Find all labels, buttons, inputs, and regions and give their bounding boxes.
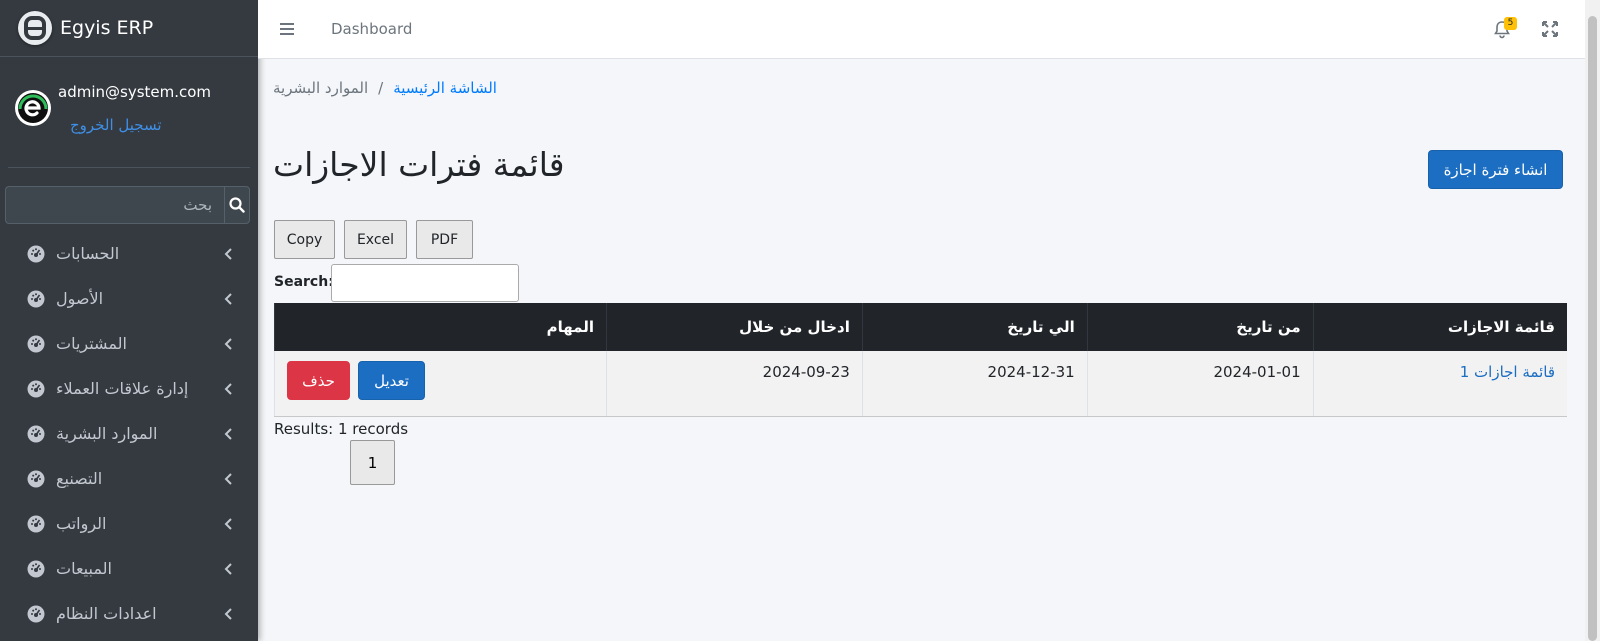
results-count: Results: 1 records bbox=[274, 420, 409, 438]
cell-actions: تعديل حذف bbox=[274, 351, 607, 417]
breadcrumb-current: الموارد البشرية bbox=[273, 79, 369, 97]
row-actions: تعديل حذف bbox=[287, 361, 594, 400]
sidebar: Egyis ERP admin@system.com تسجيل الخروج … bbox=[0, 0, 258, 641]
cell-from-date: 2024-01-01 bbox=[1086, 351, 1314, 417]
sidebar-nav: الحسابات الأصول المشتريات إدارة علاقات ا… bbox=[0, 231, 258, 636]
chevron-left-icon bbox=[222, 607, 236, 621]
avatar bbox=[15, 90, 51, 126]
pdf-button[interactable]: PDF bbox=[416, 220, 473, 259]
sidebar-item-payroll[interactable]: الرواتب bbox=[0, 501, 258, 546]
table-header-row: قائمة الاجازات من تاريخ الي تاريخ ادخال … bbox=[274, 303, 1567, 351]
column-header[interactable]: قائمة الاجازات bbox=[1312, 303, 1567, 351]
chevron-left-icon bbox=[222, 382, 236, 396]
search-icon bbox=[229, 197, 245, 213]
column-header[interactable]: ادخال من خلال bbox=[605, 303, 863, 351]
table-row: قائمة اجازات 1 2024-01-01 2024-12-31 202… bbox=[274, 351, 1567, 417]
sidebar-item-system-settings[interactable]: اعدادات النظام bbox=[0, 591, 258, 636]
sidebar-item-crm[interactable]: إدارة علاقات العملاء bbox=[0, 366, 258, 411]
dashboard-gauge-icon bbox=[26, 379, 46, 399]
dashboard-gauge-icon bbox=[26, 424, 46, 444]
fullscreen-expand-icon[interactable] bbox=[1541, 20, 1559, 38]
sidebar-item-label: المشتريات bbox=[56, 334, 127, 353]
edit-button[interactable]: تعديل bbox=[358, 361, 425, 400]
sidebar-item-label: التصنيع bbox=[56, 469, 103, 488]
scrollbar-thumb[interactable] bbox=[1588, 16, 1597, 641]
column-header: المهام bbox=[274, 303, 607, 351]
sidebar-item-label: الأصول bbox=[56, 289, 104, 308]
sidebar-item-sales[interactable]: المبيعات bbox=[0, 546, 258, 591]
dashboard-gauge-icon bbox=[26, 334, 46, 354]
notification-badge: 5 bbox=[1504, 17, 1517, 30]
dashboard-gauge-icon bbox=[26, 289, 46, 309]
cell-entered-date: 2024-09-23 bbox=[605, 351, 863, 417]
table-search-label: Search: bbox=[274, 274, 334, 290]
chevron-left-icon bbox=[222, 427, 236, 441]
top-navbar: Dashboard 5 bbox=[258, 0, 1585, 59]
chevron-left-icon bbox=[222, 247, 236, 261]
breadcrumb: الشاشة الرئيسية / الموارد البشرية bbox=[273, 79, 497, 97]
leave-list-link[interactable]: قائمة اجازات 1 bbox=[1460, 363, 1555, 381]
sidebar-item-purchases[interactable]: المشتريات bbox=[0, 321, 258, 366]
sidebar-item-label: الحسابات bbox=[56, 244, 120, 263]
column-header[interactable]: من تاريخ bbox=[1086, 303, 1314, 351]
breadcrumb-separator: / bbox=[378, 79, 384, 97]
sidebar-search-button[interactable] bbox=[224, 186, 250, 224]
dashboard-link[interactable]: Dashboard bbox=[331, 20, 412, 38]
chevron-left-icon bbox=[222, 472, 236, 486]
copy-button[interactable]: Copy bbox=[274, 220, 335, 259]
leave-periods-table: قائمة الاجازات من تاريخ الي تاريخ ادخال … bbox=[274, 303, 1567, 417]
chevron-left-icon bbox=[222, 292, 236, 306]
dashboard-gauge-icon bbox=[26, 514, 46, 534]
sidebar-item-label: إدارة علاقات العملاء bbox=[56, 379, 189, 398]
sidebar-search bbox=[5, 186, 250, 224]
create-leave-period-button[interactable]: انشاء فترة اجازة bbox=[1428, 150, 1563, 189]
column-header[interactable]: الي تاريخ bbox=[861, 303, 1088, 351]
dashboard-gauge-icon bbox=[26, 559, 46, 579]
cell-list-name: قائمة اجازات 1 bbox=[1312, 351, 1567, 417]
logout-link[interactable]: تسجيل الخروج bbox=[70, 116, 162, 134]
dashboard-gauge-icon bbox=[26, 244, 46, 264]
brand-logo-icon bbox=[18, 11, 52, 45]
sidebar-search-input[interactable] bbox=[5, 186, 224, 224]
sidebar-item-manufacturing[interactable]: التصنيع bbox=[0, 456, 258, 501]
brand[interactable]: Egyis ERP bbox=[0, 0, 258, 57]
sidebar-item-accounts[interactable]: الحسابات bbox=[0, 231, 258, 276]
chevron-left-icon bbox=[222, 517, 236, 531]
brand-name: Egyis ERP bbox=[60, 17, 154, 39]
page-title: قائمة فترات الاجازات bbox=[273, 145, 565, 184]
sidebar-item-label: الرواتب bbox=[56, 514, 107, 533]
sidebar-item-hr[interactable]: الموارد البشرية bbox=[0, 411, 258, 456]
sidebar-item-label: الموارد البشرية bbox=[56, 424, 158, 443]
breadcrumb-home-link[interactable]: الشاشة الرئيسية bbox=[393, 79, 497, 97]
excel-button[interactable]: Excel bbox=[344, 220, 407, 259]
dashboard-gauge-icon bbox=[26, 604, 46, 624]
page-scrollbar[interactable] bbox=[1585, 0, 1600, 641]
cell-to-date: 2024-12-31 bbox=[861, 351, 1088, 417]
delete-button[interactable]: حذف bbox=[287, 361, 350, 400]
dashboard-gauge-icon bbox=[26, 469, 46, 489]
sidebar-item-assets[interactable]: الأصول bbox=[0, 276, 258, 321]
table-search-input[interactable] bbox=[331, 264, 519, 302]
user-email: admin@system.com bbox=[58, 83, 212, 101]
sidebar-item-label: اعدادات النظام bbox=[56, 604, 157, 623]
pagination-page-button[interactable]: 1 bbox=[350, 440, 395, 485]
user-panel: admin@system.com تسجيل الخروج bbox=[8, 57, 250, 168]
chevron-left-icon bbox=[222, 562, 236, 576]
chevron-left-icon bbox=[222, 337, 236, 351]
sidebar-item-label: المبيعات bbox=[56, 559, 112, 578]
hamburger-menu-icon[interactable] bbox=[278, 20, 296, 38]
